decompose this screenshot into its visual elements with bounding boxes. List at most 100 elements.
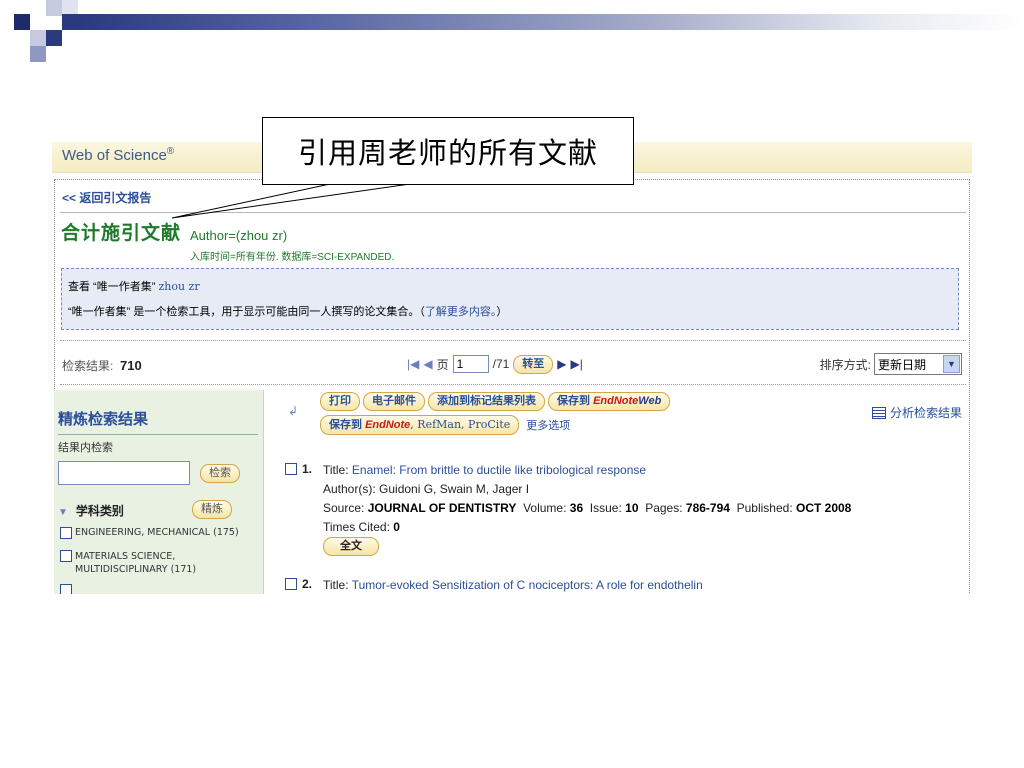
volume-value: 36	[569, 501, 584, 515]
source-label: Source:	[323, 501, 365, 515]
info-suffix: ）	[496, 306, 508, 318]
checkbox[interactable]	[60, 550, 72, 562]
learn-more-link[interactable]: 了解更多内容。	[425, 306, 497, 318]
record-number: 2.	[285, 577, 312, 591]
cited-label: Times Cited:	[323, 520, 390, 534]
author-query: Author=(zhou zr)	[190, 228, 288, 243]
logo-mark: ®	[166, 146, 175, 157]
page-total: /71	[492, 357, 510, 371]
divider	[60, 212, 966, 213]
wos-logo[interactable]: Web of Science®	[62, 146, 174, 164]
chevron-down-icon[interactable]: ▼	[943, 355, 960, 373]
next-page-icon[interactable]: ▶	[557, 357, 566, 371]
result-label: 检索结果:	[62, 359, 114, 373]
info-prefix: 查看 “唯一作者集”	[68, 281, 156, 293]
category-item[interactable]: MATERIALS SCIENCE, MULTIDISCIPLINARY (17…	[60, 550, 230, 576]
endnote-logo: EndNote	[593, 395, 639, 407]
result-number: 710	[120, 358, 142, 373]
page-title: 合计施引文献	[61, 222, 182, 244]
category-item[interactable]	[60, 584, 72, 594]
source-value: JOURNAL OF DENTISTRY	[367, 501, 517, 515]
distinct-author-box: 查看 “唯一作者集” zhou zr “唯一作者集” 是一个检索工具，用于显示可…	[61, 268, 959, 330]
result-count: 检索结果: 710	[62, 357, 142, 374]
record-title-line: Title: Tumor-evoked Sensitization of C n…	[323, 578, 703, 592]
checkbox[interactable]	[285, 578, 297, 590]
category-item[interactable]: ENGINEERING, MECHANICAL (175)	[60, 527, 239, 539]
volume-label: Volume:	[523, 501, 567, 515]
checkbox[interactable]	[60, 527, 72, 539]
action-row-2: 保存到 EndNote, RefMan, ProCite 更多选项	[320, 415, 570, 435]
info-line-2: “唯一作者集” 是一个检索工具，用于显示可能由同一人撰写的论文集合。（了解更多内…	[68, 303, 507, 319]
category-label: 学科类别	[75, 504, 124, 518]
pages-value: 786-794	[685, 501, 730, 515]
time-span-info: 入库时间=所有年份. 数据库=SCI-EXPANDED.	[190, 252, 395, 263]
email-button[interactable]: 电子邮件	[363, 392, 425, 411]
print-button[interactable]: 打印	[320, 392, 360, 411]
logo-text: Web of Science	[62, 147, 167, 164]
sort-label: 排序方式:	[819, 357, 871, 372]
record-index: 1.	[302, 462, 313, 476]
callout-text: 引用周老师的所有文献	[297, 136, 598, 170]
sort-selected-value: 更新日期	[878, 357, 927, 372]
deco-square	[46, 30, 62, 46]
category-item-label: MATERIALS SCIENCE, MULTIDISCIPLINARY (17…	[75, 551, 197, 575]
deco-square	[14, 14, 30, 30]
record-source-line: Source: JOURNAL OF DENTISTRY Volume: 36 …	[323, 501, 851, 515]
go-button[interactable]: 转至	[513, 354, 554, 374]
record-title-line: Title: Enamel: From brittle to ductile l…	[323, 463, 646, 477]
analyze-results-link[interactable]: 分析检索结果	[871, 404, 962, 421]
add-to-marked-list-button[interactable]: 添加到标记结果列表	[428, 392, 545, 411]
slide: Web of Science® << 返回引文报告 合计施引文献 Author=…	[0, 0, 1024, 768]
search-within-input[interactable]	[58, 461, 190, 485]
save-to-endnote-desktop-button[interactable]: 保存到 EndNote, RefMan, ProCite	[320, 415, 520, 435]
record-number: 1.	[285, 462, 312, 476]
prev-page-icon[interactable]: ◀	[423, 357, 432, 371]
cited-value: 0	[393, 520, 400, 534]
deco-square	[30, 30, 46, 46]
web-label: Web	[638, 395, 662, 407]
divider	[58, 434, 258, 435]
record-index: 2.	[302, 577, 313, 591]
divider	[60, 384, 966, 385]
info-text: “唯一作者集” 是一个检索工具，用于显示可能由同一人撰写的论文集合。（	[68, 306, 425, 318]
record-times-cited: Times Cited: 0	[323, 520, 400, 534]
endnote-logo: EndNote	[365, 419, 411, 431]
refine-button[interactable]: 精炼	[192, 500, 232, 519]
title-label: Title:	[323, 578, 349, 592]
search-within-button[interactable]: 检索	[200, 464, 240, 483]
checkbox[interactable]	[285, 463, 297, 475]
divider	[60, 340, 966, 341]
deco-square	[62, 14, 78, 30]
fulltext-button[interactable]: 全文	[323, 537, 379, 556]
screenshot: Web of Science® << 返回引文报告 合计施引文献 Author=…	[52, 142, 972, 594]
record-authors: Author(s): Guidoni G, Swain M, Jager I	[323, 482, 530, 496]
save-to-label: 保存到	[329, 419, 362, 431]
subject-category-header[interactable]: ▼ 学科类别	[58, 502, 124, 519]
info-line-1: 查看 “唯一作者集” zhou zr	[68, 278, 200, 294]
refine-title: 精炼检索结果	[58, 411, 149, 428]
author-set-link[interactable]: zhou zr	[158, 280, 199, 293]
refman-procite-label: , RefMan, ProCite	[410, 418, 511, 431]
last-page-icon[interactable]: ▶|	[571, 357, 583, 371]
save-to-endnote-web-button[interactable]: 保存到 EndNoteWeb	[548, 392, 671, 411]
callout-box: 引用周老师的所有文献	[262, 117, 634, 185]
deco-square	[30, 14, 46, 30]
more-options-link[interactable]: 更多选项	[526, 417, 570, 433]
pages-label: Pages:	[645, 501, 683, 515]
list-icon	[871, 406, 886, 419]
record-title-link[interactable]: Enamel: From brittle to ductile like tri…	[352, 463, 646, 477]
search-within-label: 结果内检索	[58, 442, 113, 454]
published-label: Published:	[736, 501, 793, 515]
back-to-citation-report-link[interactable]: << 返回引文报告	[62, 189, 151, 206]
triangle-down-icon[interactable]: ▼	[58, 507, 68, 518]
category-item-label: ENGINEERING, MECHANICAL (175)	[75, 527, 239, 538]
sort-select[interactable]: 更新日期 ▼	[874, 353, 962, 375]
analyze-label: 分析检索结果	[889, 406, 962, 420]
record-title-link[interactable]: Tumor-evoked Sensitization of C nocicept…	[352, 578, 703, 592]
deco-square	[30, 46, 46, 62]
checkbox[interactable]	[60, 584, 72, 594]
page-number-input[interactable]	[452, 355, 489, 373]
deco-gradient-bar	[78, 14, 1024, 30]
first-page-icon[interactable]: |◀	[407, 357, 419, 371]
deco-square	[46, 0, 62, 16]
